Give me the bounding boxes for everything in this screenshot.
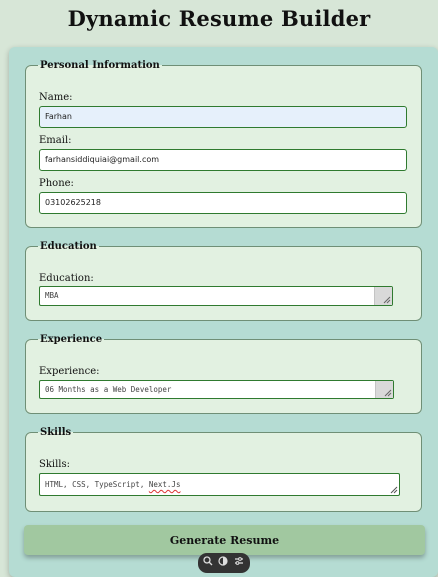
skills-label: Skills: bbox=[39, 459, 71, 470]
skills-legend: Skills bbox=[40, 427, 72, 438]
resize-handle[interactable] bbox=[389, 485, 399, 495]
name-input[interactable]: Farhan bbox=[39, 106, 407, 128]
misspelled-word: Next.Js bbox=[148, 480, 181, 489]
skills-textarea[interactable]: HTML, CSS, TypeScript, Next.Js bbox=[39, 473, 400, 496]
experience-value: 06 Months as a Web Developer bbox=[45, 385, 172, 394]
education-textarea[interactable]: MBA bbox=[39, 286, 393, 306]
generate-resume-button[interactable]: Generate Resume bbox=[24, 525, 425, 555]
education-value: MBA bbox=[45, 291, 59, 300]
experience-label: Experience: bbox=[39, 366, 100, 377]
education-label: Education: bbox=[39, 273, 94, 284]
email-label: Email: bbox=[39, 135, 72, 146]
skills-section: Skills bbox=[25, 427, 422, 512]
resize-handle[interactable] bbox=[374, 287, 392, 305]
page-title: Dynamic Resume Builder bbox=[67, 6, 371, 31]
skills-value: HTML, CSS, TypeScript, Next.Js bbox=[45, 480, 180, 489]
phone-label: Phone: bbox=[39, 178, 74, 189]
name-label: Name: bbox=[39, 92, 73, 103]
email-input[interactable]: farhansiddiquiai@gmail.com bbox=[39, 149, 407, 171]
floating-toolbar bbox=[198, 553, 250, 573]
search-icon[interactable] bbox=[203, 556, 213, 569]
phone-input[interactable]: 03102625218 bbox=[39, 192, 407, 214]
settings-icon[interactable] bbox=[234, 556, 244, 569]
experience-legend: Experience bbox=[40, 334, 103, 345]
contrast-icon[interactable] bbox=[218, 556, 228, 569]
skills-value-text: HTML, CSS, TypeScript, bbox=[45, 480, 149, 489]
education-legend: Education bbox=[40, 241, 97, 252]
resize-handle[interactable] bbox=[375, 381, 393, 398]
experience-textarea[interactable]: 06 Months as a Web Developer bbox=[39, 380, 394, 399]
personal-info-legend: Personal Information bbox=[40, 60, 160, 71]
